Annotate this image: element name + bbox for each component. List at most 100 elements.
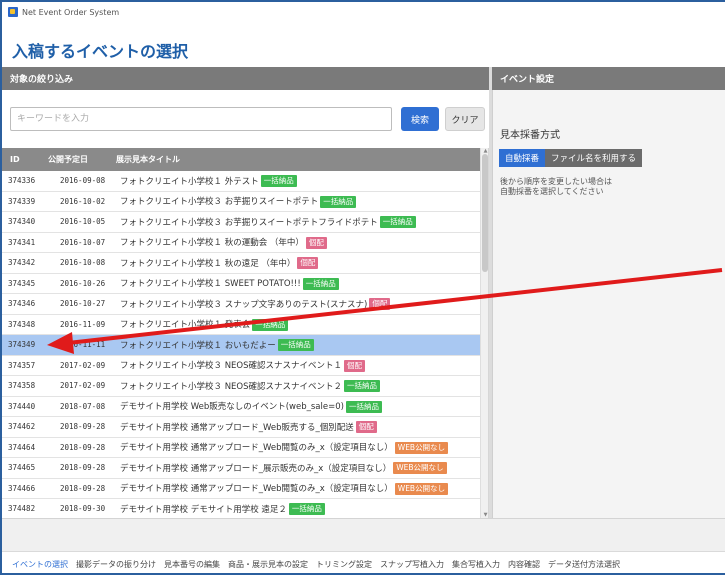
cell-title: フォトクリエイト小学校１ SWEET POTATO!!! 一括納品 bbox=[116, 277, 480, 290]
delivery-badge: 一括納品 bbox=[260, 175, 297, 187]
auto-numbering-button[interactable]: 自動採番 bbox=[499, 149, 546, 167]
delivery-badge: WEB公開なし bbox=[394, 441, 449, 454]
event-title: フォトクリエイト小学校３ NEOS確認スナスナイベント１ bbox=[120, 361, 343, 371]
keyword-search-input[interactable] bbox=[10, 107, 392, 131]
cell-title: フォトクリエイト小学校１ 秋の遠足 （年中） 個配 bbox=[116, 257, 480, 269]
table-row[interactable]: 374340 2016-10-05 フォトクリエイト小学校３ お芋掘りスイートポテト… bbox=[2, 212, 480, 233]
table-body: 374336 2016-09-08 フォトクリエイト小学校１ 外テスト 一括納品 374… bbox=[2, 171, 480, 518]
step-nav-item[interactable]: データ送付方法選択 bbox=[548, 559, 620, 570]
event-title: フォトクリエイト小学校１ 発表会 bbox=[120, 320, 251, 330]
cell-title: デモサイト用学校 通常アップロード_展示販売のみ_x（設定項目なし） WEB公開な… bbox=[116, 462, 480, 474]
event-title: デモサイト用学校 通常アップロード_展示販売のみ_x（設定項目なし） bbox=[120, 463, 392, 474]
scrollbar-thumb[interactable] bbox=[482, 154, 488, 272]
table-row[interactable]: 374440 2018-07-08 デモサイト用学校 Web販売なしのイベント(we… bbox=[2, 396, 480, 417]
table-row[interactable]: 374358 2017-02-09 フォトクリエイト小学校３ NEOS確認スナスナイ… bbox=[2, 376, 480, 397]
step-nav-item[interactable]: イベントの選択 bbox=[12, 559, 68, 570]
cell-date: 2016-11-09 bbox=[60, 319, 106, 329]
numbering-method-label: 見本採番方式 bbox=[500, 130, 560, 141]
cell-date: 2017-02-09 bbox=[60, 360, 106, 370]
delivery-badge: 個配 bbox=[369, 298, 391, 310]
step-nav-item[interactable]: スナップ写植入力 bbox=[380, 559, 444, 570]
event-title: フォトクリエイト小学校３ お芋掘りスイートポテト bbox=[120, 197, 319, 207]
table-row[interactable]: 374349 2016-11-11 フォトクリエイト小学校１ おいもだよー 一括納品 bbox=[2, 335, 480, 356]
delivery-badge: 個配 bbox=[355, 421, 377, 433]
table-row[interactable]: 374464 2018-09-28 デモサイト用学校 通常アップロード_Web閲覧の… bbox=[2, 437, 480, 458]
page-title: 入稿するイベントの選択 bbox=[12, 42, 189, 61]
clear-button[interactable]: クリア bbox=[445, 107, 485, 131]
table-row[interactable]: 374357 2017-02-09 フォトクリエイト小学校３ NEOS確認スナスナイ… bbox=[2, 355, 480, 376]
cell-title: フォトクリエイト小学校３ NEOS確認スナスナイベント１ 個配 bbox=[116, 359, 480, 372]
cell-date: 2016-09-08 bbox=[60, 176, 106, 186]
cell-date: 2018-09-30 bbox=[60, 504, 106, 514]
cell-id: 374336 bbox=[8, 176, 36, 186]
cell-title: デモサイト用学校 通常アップロード_Web閲覧のみ_x（設定項目なし） WEB公開… bbox=[116, 441, 480, 454]
event-title: デモサイト用学校 通常アップロード_Web閲覧のみ_x（設定項目なし） bbox=[120, 484, 393, 494]
title-bar: Net Event Order System bbox=[2, 2, 725, 22]
event-title: フォトクリエイト小学校１ 秋の遠足 （年中） bbox=[120, 258, 296, 269]
table-row[interactable]: 374345 2016-10-26 フォトクリエイト小学校１ SWEET POTAT… bbox=[2, 273, 480, 294]
cell-title: デモサイト用学校 Web販売なしのイベント(web_sale=0) 一括納品 bbox=[116, 400, 480, 413]
event-title: フォトクリエイト小学校３ スナップ文字ありのテスト(スナスナ) bbox=[120, 299, 368, 310]
cell-id: 374465 bbox=[8, 463, 36, 473]
search-button[interactable]: 検索 bbox=[401, 107, 439, 131]
delivery-badge: WEB公開なし bbox=[393, 462, 447, 474]
delivery-badge: 一括納品 bbox=[344, 380, 381, 392]
cell-title: フォトクリエイト小学校３ お芋掘りスイートポテト 一括納品 bbox=[116, 195, 480, 208]
cell-title: フォトクリエイト小学校１ 秋の運動会 （年中） 個配 bbox=[116, 236, 480, 249]
table-row[interactable]: 374341 2016-10-07 フォトクリエイト小学校１ 秋の運動会 （年中）個… bbox=[2, 232, 480, 253]
cell-date: 2016-10-27 bbox=[60, 299, 106, 309]
cell-date: 2016-10-07 bbox=[60, 237, 106, 247]
column-header-title[interactable]: 展示見本タイトル bbox=[116, 154, 480, 165]
step-nav-item[interactable]: 撮影データの振り分け bbox=[76, 559, 156, 570]
cell-date: 2016-10-05 bbox=[60, 217, 106, 227]
table-row[interactable]: 374346 2016-10-27 フォトクリエイト小学校３ スナップ文字ありのテス… bbox=[2, 294, 480, 315]
column-header-date[interactable]: 公開予定日 bbox=[48, 154, 116, 165]
step-nav-item[interactable]: トリミング設定 bbox=[316, 559, 372, 570]
cell-date: 2018-07-08 bbox=[60, 401, 106, 411]
cell-date: 2016-10-26 bbox=[60, 278, 106, 288]
table-row[interactable]: 374465 2018-09-28 デモサイト用学校 通常アップロード_展示販売のみ… bbox=[2, 458, 480, 479]
table-header: ID 公開予定日 展示見本タイトル bbox=[2, 148, 480, 171]
delivery-badge: 一括納品 bbox=[345, 400, 382, 413]
cell-date: 2018-09-28 bbox=[60, 483, 106, 493]
event-title: フォトクリエイト小学校３ お芋掘りスイートポテトフライドポテト bbox=[120, 217, 378, 228]
table-row[interactable]: 374462 2018-09-28 デモサイト用学校 通常アップロード_Web販売す… bbox=[2, 417, 480, 438]
cell-id: 374466 bbox=[8, 483, 36, 493]
delivery-badge: 一括納品 bbox=[252, 318, 289, 331]
delivery-badge: 一括納品 bbox=[288, 503, 325, 515]
window-title: Net Event Order System bbox=[22, 7, 120, 17]
table-row[interactable]: 374482 2018-09-30 デモサイト用学校 デモサイト用学校 遠足２ 一括納… bbox=[2, 499, 480, 518]
cell-id: 374349 bbox=[8, 340, 36, 350]
event-title: フォトクリエイト小学校１ 秋の運動会 （年中） bbox=[120, 238, 304, 248]
table-row[interactable]: 374466 2018-09-28 デモサイト用学校 通常アップロード_Web閲覧の… bbox=[2, 478, 480, 499]
app-window: Net Event Order System 入稿するイベントの選択 対象の絞り… bbox=[0, 0, 725, 575]
table-row[interactable]: 374342 2016-10-08 フォトクリエイト小学校１ 秋の遠足 （年中） 個配 bbox=[2, 253, 480, 274]
cell-id: 374357 bbox=[8, 360, 36, 370]
event-title: デモサイト用学校 通常アップロード_Web閲覧のみ_x（設定項目なし） bbox=[120, 443, 393, 453]
table-row[interactable]: 374348 2016-11-09 フォトクリエイト小学校１ 発表会 一括納品 bbox=[2, 314, 480, 335]
cell-title: フォトクリエイト小学校３ お芋掘りスイートポテトフライドポテト 一括納品 bbox=[116, 216, 480, 228]
delivery-badge: 個配 bbox=[344, 359, 366, 372]
cell-date: 2018-09-28 bbox=[60, 463, 106, 473]
table-row[interactable]: 374336 2016-09-08 フォトクリエイト小学校１ 外テスト 一括納品 bbox=[2, 171, 480, 192]
table-row[interactable]: 374339 2016-10-02 フォトクリエイト小学校３ お芋掘りスイートポテト… bbox=[2, 191, 480, 212]
cell-id: 374482 bbox=[8, 504, 36, 514]
step-nav-item[interactable]: 見本番号の編集 bbox=[164, 559, 220, 570]
step-nav-item[interactable]: 集合写植入力 bbox=[452, 559, 500, 570]
cell-id: 374341 bbox=[8, 237, 36, 247]
step-nav-item[interactable]: 商品・展示見本の設定 bbox=[228, 559, 308, 570]
cell-date: 2017-02-09 bbox=[60, 381, 106, 391]
step-nav-item[interactable]: 内容確認 bbox=[508, 559, 540, 570]
cell-id: 374462 bbox=[8, 422, 36, 432]
delivery-badge: 一括納品 bbox=[277, 339, 314, 351]
cell-id: 374464 bbox=[8, 442, 36, 452]
column-header-id[interactable]: ID bbox=[2, 155, 48, 164]
delivery-badge: 個配 bbox=[297, 257, 319, 269]
event-title: デモサイト用学校 デモサイト用学校 遠足２ bbox=[120, 504, 287, 515]
cell-date: 2016-11-11 bbox=[60, 340, 106, 350]
table-scrollbar[interactable]: ▲ ▼ bbox=[480, 148, 488, 518]
settings-panel-header: イベント設定 bbox=[492, 67, 725, 90]
cell-id: 374345 bbox=[8, 278, 36, 288]
use-filename-button[interactable]: ファイル名を利用する bbox=[545, 149, 643, 167]
cell-title: フォトクリエイト小学校１ おいもだよー 一括納品 bbox=[116, 339, 480, 351]
